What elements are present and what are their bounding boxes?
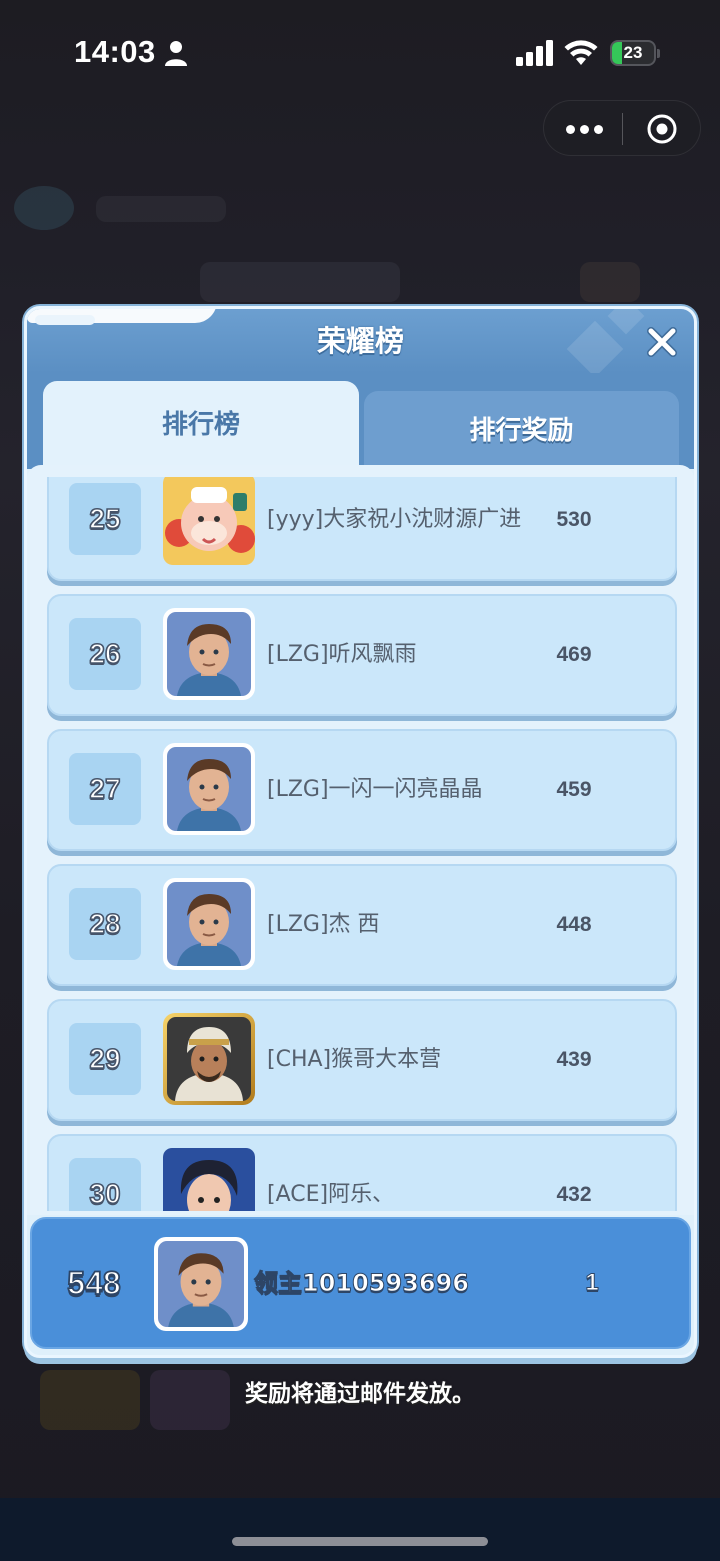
player-name: [yyy]大家祝小沈财源广进 <box>267 507 522 532</box>
leaderboard-row[interactable]: 25 [yyy]大家祝小沈财源广进 530 <box>47 477 677 581</box>
dialog-title: 荣耀榜 <box>316 324 404 358</box>
reward-mail-note: 奖励将通过邮件发放。 <box>245 1381 475 1407</box>
player-name: [LZG]一闪一闪亮晶晶 <box>267 777 483 802</box>
desert-warrior-avatar <box>167 1017 251 1101</box>
bottom-bar <box>0 1498 720 1561</box>
wifi-icon <box>564 40 598 65</box>
leaderboard-row[interactable]: 26 [LZG]听风飘雨 469 <box>47 594 677 716</box>
leaderboard-row[interactable]: 28 [LZG]杰 西 448 <box>47 864 677 986</box>
player-avatar[interactable] <box>163 1013 255 1105</box>
leaderboard-list[interactable]: 25 [yyy]大家祝小沈财源广进 530 26 [LZG]听风飘雨 469 2… <box>27 465 694 1215</box>
close-icon[interactable] <box>645 325 679 359</box>
battery-indicator: 23 <box>610 40 660 66</box>
tab-strip: 排行榜 排行奖励 <box>27 373 694 469</box>
battery-percent: 23 <box>623 43 643 62</box>
rank-number: 26 <box>69 618 141 690</box>
player-avatar[interactable] <box>163 477 255 565</box>
rank-number: 25 <box>69 483 141 555</box>
player-name: [CHA]猴哥大本营 <box>267 1047 442 1072</box>
close-miniprogram-icon[interactable] <box>646 113 678 145</box>
leaderboard-row[interactable]: 30 [ACE]阿乐、 432 <box>47 1134 677 1211</box>
player-avatar[interactable] <box>163 743 255 835</box>
leaderboard-scroll[interactable]: 25 [yyy]大家祝小沈财源广进 530 26 [LZG]听风飘雨 469 2… <box>27 477 694 1211</box>
player-avatar[interactable] <box>163 878 255 970</box>
miniprogram-capsule <box>543 100 701 156</box>
lord-avatar <box>158 1241 244 1327</box>
player-score: 448 <box>556 913 592 936</box>
player-score: 469 <box>556 643 592 666</box>
more-options-icon[interactable] <box>566 117 604 141</box>
rank-number: 27 <box>69 753 141 825</box>
rank-number: 29 <box>69 1023 141 1095</box>
player-name: [ACE]阿乐、 <box>267 1182 395 1207</box>
player-score: 432 <box>556 1183 592 1206</box>
rank-number: 30 <box>69 1158 141 1211</box>
status-bar: 14:03 23 <box>0 0 720 100</box>
festive-mascot-avatar <box>163 477 255 565</box>
anime-boy-avatar <box>163 1148 255 1211</box>
leaderboard-row[interactable]: 27 [LZG]一闪一闪亮晶晶 459 <box>47 729 677 851</box>
leaderboard-row[interactable]: 29 [CHA]猴哥大本营 439 <box>47 999 677 1121</box>
tab-rank-rewards[interactable]: 排行奖励 <box>364 391 679 469</box>
lord-avatar <box>167 882 251 966</box>
dialog-header: 荣耀榜 <box>27 309 694 373</box>
player-name: [LZG]听风飘雨 <box>267 642 417 667</box>
tab-leaderboard[interactable]: 排行榜 <box>43 381 359 469</box>
capsule-divider <box>622 113 623 145</box>
rank-number: 28 <box>69 888 141 960</box>
my-rank-row: 548 领主1010593696 1 <box>30 1217 691 1349</box>
lord-avatar <box>167 747 251 831</box>
player-score: 459 <box>556 778 592 801</box>
cellular-signal-icon <box>516 40 553 66</box>
player-avatar[interactable] <box>163 608 255 700</box>
player-score: 530 <box>556 508 592 531</box>
my-score: 1 <box>585 1269 599 1297</box>
person-icon <box>165 41 187 66</box>
my-rank-number: 548 <box>66 1264 121 1302</box>
lord-avatar <box>167 612 251 696</box>
my-avatar[interactable] <box>154 1237 248 1331</box>
my-player-name: 领主1010593696 <box>254 1269 470 1298</box>
player-avatar[interactable] <box>163 1148 255 1211</box>
player-name: [LZG]杰 西 <box>267 912 380 937</box>
status-time: 14:03 <box>74 34 156 69</box>
home-indicator[interactable] <box>232 1537 488 1546</box>
player-score: 439 <box>556 1048 592 1071</box>
honor-board-dialog: 荣耀榜 排行榜 排行奖励 25 [yyy]大家祝小沈财源广进 530 26 [L… <box>24 306 697 1358</box>
